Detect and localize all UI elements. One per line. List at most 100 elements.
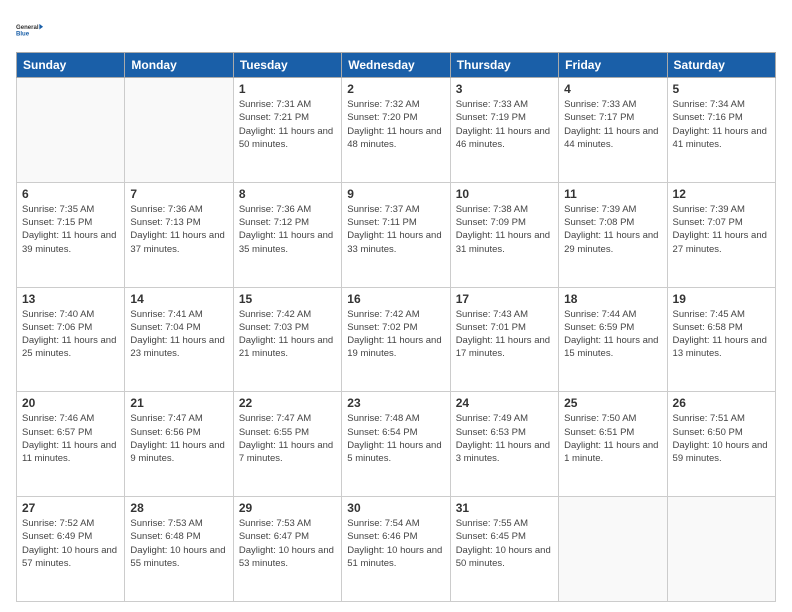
day-cell: 31 Sunrise: 7:55 AMSunset: 6:45 PMDayligh… <box>450 497 558 602</box>
day-number: 1 <box>239 82 336 96</box>
day-number: 25 <box>564 396 661 410</box>
day-number: 3 <box>456 82 553 96</box>
day-info: Sunrise: 7:44 AMSunset: 6:59 PMDaylight:… <box>564 308 661 361</box>
day-info: Sunrise: 7:37 AMSunset: 7:11 PMDaylight:… <box>347 203 444 256</box>
day-info: Sunrise: 7:46 AMSunset: 6:57 PMDaylight:… <box>22 412 119 465</box>
col-header-tuesday: Tuesday <box>233 53 341 78</box>
day-cell: 7 Sunrise: 7:36 AMSunset: 7:13 PMDaylight… <box>125 182 233 287</box>
day-number: 8 <box>239 187 336 201</box>
day-number: 14 <box>130 292 227 306</box>
day-number: 2 <box>347 82 444 96</box>
day-cell: 6 Sunrise: 7:35 AMSunset: 7:15 PMDaylight… <box>17 182 125 287</box>
day-info: Sunrise: 7:43 AMSunset: 7:01 PMDaylight:… <box>456 308 553 361</box>
day-info: Sunrise: 7:47 AMSunset: 6:56 PMDaylight:… <box>130 412 227 465</box>
day-cell: 17 Sunrise: 7:43 AMSunset: 7:01 PMDayligh… <box>450 287 558 392</box>
day-info: Sunrise: 7:39 AMSunset: 7:07 PMDaylight:… <box>673 203 770 256</box>
calendar-table: SundayMondayTuesdayWednesdayThursdayFrid… <box>16 52 776 602</box>
day-number: 6 <box>22 187 119 201</box>
day-number: 13 <box>22 292 119 306</box>
day-number: 5 <box>673 82 770 96</box>
day-number: 26 <box>673 396 770 410</box>
day-cell: 11Sunrise: 7:39 AMSunset: 7:08 PMDayligh… <box>559 182 667 287</box>
week-row-2: 6 Sunrise: 7:35 AMSunset: 7:15 PMDaylight… <box>17 182 776 287</box>
day-cell: 16Sunrise: 7:42 AMSunset: 7:02 PMDayligh… <box>342 287 450 392</box>
logo-icon: GeneralBlue <box>16 16 44 44</box>
day-cell: 3 Sunrise: 7:33 AMSunset: 7:19 PMDaylight… <box>450 78 558 183</box>
day-cell: 19 Sunrise: 7:45 AMSunset: 6:58 PMDayligh… <box>667 287 775 392</box>
day-number: 7 <box>130 187 227 201</box>
day-number: 28 <box>130 501 227 515</box>
day-cell: 24Sunrise: 7:49 AMSunset: 6:53 PMDayligh… <box>450 392 558 497</box>
day-cell <box>667 497 775 602</box>
day-cell: 9 Sunrise: 7:37 AMSunset: 7:11 PMDaylight… <box>342 182 450 287</box>
day-cell: 8 Sunrise: 7:36 AMSunset: 7:12 PMDaylight… <box>233 182 341 287</box>
day-cell: 27 Sunrise: 7:52 AMSunset: 6:49 PMDayligh… <box>17 497 125 602</box>
day-info: Sunrise: 7:53 AMSunset: 6:48 PMDaylight:… <box>130 517 227 570</box>
header-row: SundayMondayTuesdayWednesdayThursdayFrid… <box>17 53 776 78</box>
day-cell: 25 Sunrise: 7:50 AMSunset: 6:51 PMDayligh… <box>559 392 667 497</box>
day-info: Sunrise: 7:39 AMSunset: 7:08 PMDaylight:… <box>564 203 661 256</box>
day-cell: 10 Sunrise: 7:38 AMSunset: 7:09 PMDayligh… <box>450 182 558 287</box>
day-cell: 1 Sunrise: 7:31 AMSunset: 7:21 PMDaylight… <box>233 78 341 183</box>
day-cell: 4 Sunrise: 7:33 AMSunset: 7:17 PMDaylight… <box>559 78 667 183</box>
day-number: 15 <box>239 292 336 306</box>
svg-text:General: General <box>16 25 39 31</box>
week-row-3: 13 Sunrise: 7:40 AMSunset: 7:06 PMDayligh… <box>17 287 776 392</box>
day-number: 12 <box>673 187 770 201</box>
day-cell: 30Sunrise: 7:54 AMSunset: 6:46 PMDayligh… <box>342 497 450 602</box>
day-cell: 21 Sunrise: 7:47 AMSunset: 6:56 PMDayligh… <box>125 392 233 497</box>
day-number: 10 <box>456 187 553 201</box>
day-info: Sunrise: 7:42 AMSunset: 7:03 PMDaylight:… <box>239 308 336 361</box>
day-number: 16 <box>347 292 444 306</box>
day-cell: 26Sunrise: 7:51 AMSunset: 6:50 PMDayligh… <box>667 392 775 497</box>
day-cell: 18 Sunrise: 7:44 AMSunset: 6:59 PMDayligh… <box>559 287 667 392</box>
day-info: Sunrise: 7:35 AMSunset: 7:15 PMDaylight:… <box>22 203 119 256</box>
day-info: Sunrise: 7:32 AMSunset: 7:20 PMDaylight:… <box>347 98 444 151</box>
day-number: 27 <box>22 501 119 515</box>
day-cell <box>559 497 667 602</box>
day-info: Sunrise: 7:52 AMSunset: 6:49 PMDaylight:… <box>22 517 119 570</box>
day-info: Sunrise: 7:50 AMSunset: 6:51 PMDaylight:… <box>564 412 661 465</box>
day-info: Sunrise: 7:36 AMSunset: 7:12 PMDaylight:… <box>239 203 336 256</box>
day-number: 21 <box>130 396 227 410</box>
day-number: 24 <box>456 396 553 410</box>
day-info: Sunrise: 7:38 AMSunset: 7:09 PMDaylight:… <box>456 203 553 256</box>
col-header-sunday: Sunday <box>17 53 125 78</box>
day-info: Sunrise: 7:40 AMSunset: 7:06 PMDaylight:… <box>22 308 119 361</box>
day-cell: 15 Sunrise: 7:42 AMSunset: 7:03 PMDayligh… <box>233 287 341 392</box>
day-number: 23 <box>347 396 444 410</box>
day-info: Sunrise: 7:47 AMSunset: 6:55 PMDaylight:… <box>239 412 336 465</box>
day-cell: 13 Sunrise: 7:40 AMSunset: 7:06 PMDayligh… <box>17 287 125 392</box>
col-header-monday: Monday <box>125 53 233 78</box>
col-header-thursday: Thursday <box>450 53 558 78</box>
day-cell: 5 Sunrise: 7:34 AMSunset: 7:16 PMDaylight… <box>667 78 775 183</box>
day-number: 31 <box>456 501 553 515</box>
page: GeneralBlue SundayMondayTuesdayWednesday… <box>0 0 792 612</box>
day-number: 9 <box>347 187 444 201</box>
day-number: 18 <box>564 292 661 306</box>
day-info: Sunrise: 7:33 AMSunset: 7:17 PMDaylight:… <box>564 98 661 151</box>
day-number: 22 <box>239 396 336 410</box>
day-cell: 14 Sunrise: 7:41 AMSunset: 7:04 PMDayligh… <box>125 287 233 392</box>
day-info: Sunrise: 7:31 AMSunset: 7:21 PMDaylight:… <box>239 98 336 151</box>
logo: GeneralBlue <box>16 16 44 44</box>
day-info: Sunrise: 7:45 AMSunset: 6:58 PMDaylight:… <box>673 308 770 361</box>
header: GeneralBlue <box>16 16 776 44</box>
week-row-1: 1 Sunrise: 7:31 AMSunset: 7:21 PMDaylight… <box>17 78 776 183</box>
col-header-wednesday: Wednesday <box>342 53 450 78</box>
day-info: Sunrise: 7:36 AMSunset: 7:13 PMDaylight:… <box>130 203 227 256</box>
day-number: 4 <box>564 82 661 96</box>
day-info: Sunrise: 7:55 AMSunset: 6:45 PMDaylight:… <box>456 517 553 570</box>
day-info: Sunrise: 7:33 AMSunset: 7:19 PMDaylight:… <box>456 98 553 151</box>
day-number: 19 <box>673 292 770 306</box>
week-row-4: 20 Sunrise: 7:46 AMSunset: 6:57 PMDayligh… <box>17 392 776 497</box>
day-cell: 23Sunrise: 7:48 AMSunset: 6:54 PMDayligh… <box>342 392 450 497</box>
day-info: Sunrise: 7:34 AMSunset: 7:16 PMDaylight:… <box>673 98 770 151</box>
day-number: 20 <box>22 396 119 410</box>
day-number: 17 <box>456 292 553 306</box>
day-number: 30 <box>347 501 444 515</box>
day-info: Sunrise: 7:41 AMSunset: 7:04 PMDaylight:… <box>130 308 227 361</box>
day-cell: 12 Sunrise: 7:39 AMSunset: 7:07 PMDayligh… <box>667 182 775 287</box>
day-cell: 2 Sunrise: 7:32 AMSunset: 7:20 PMDaylight… <box>342 78 450 183</box>
day-number: 29 <box>239 501 336 515</box>
